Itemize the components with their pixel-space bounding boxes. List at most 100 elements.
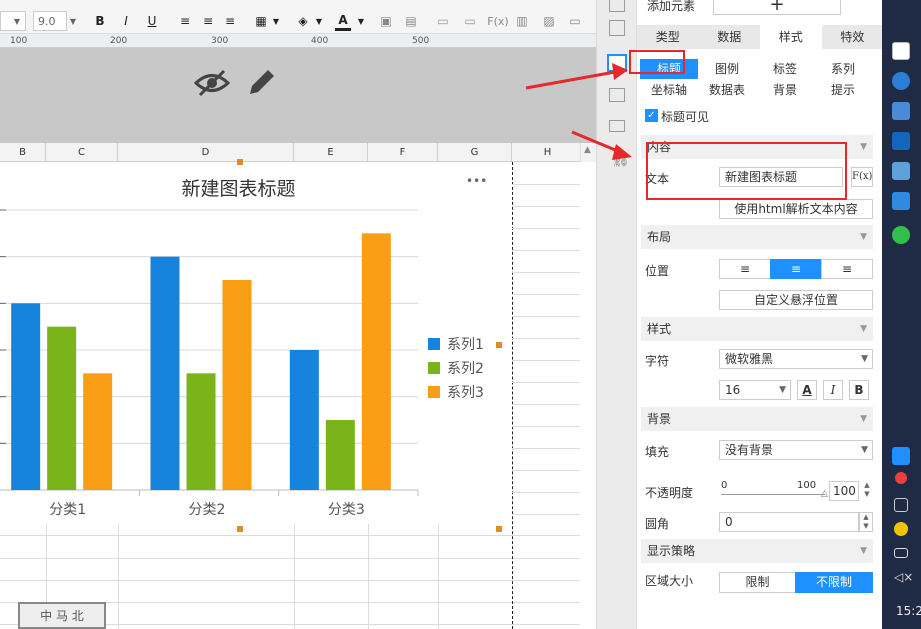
section-layout[interactable]: 布局 ▼ — [641, 225, 873, 249]
wechat-icon[interactable] — [892, 226, 910, 244]
fill-select[interactable]: 没有背景 ▼ — [719, 440, 873, 460]
title-visible-checkbox[interactable]: ✓ — [645, 109, 658, 122]
store-icon[interactable] — [892, 192, 910, 210]
font-color-button[interactable]: A — [335, 11, 351, 31]
notes-icon[interactable] — [892, 162, 910, 180]
radius-stepper[interactable]: ▲ ▼ — [859, 512, 873, 532]
bar-系列2-分类3[interactable] — [325, 420, 355, 490]
column-header-e[interactable]: E — [294, 143, 368, 162]
chart-icon[interactable]: ▥ — [513, 11, 531, 31]
widget-icon[interactable] — [609, 20, 625, 36]
clock-time[interactable]: 15:2 — [896, 604, 921, 618]
edit-pencil-icon[interactable] — [246, 66, 278, 98]
opacity-slider-thumb[interactable]: △ — [821, 489, 828, 499]
italic-button[interactable]: I — [823, 380, 843, 400]
align-left-button[interactable]: ≡ — [719, 259, 771, 279]
tab-data[interactable]: 数据 — [698, 25, 760, 49]
align-center-icon[interactable]: ≡ — [199, 11, 217, 31]
legend-label[interactable]: 系列3 — [447, 385, 484, 401]
radius-input[interactable]: 0 — [719, 512, 859, 532]
area-nolimit-button[interactable]: 不限制 — [795, 572, 873, 593]
image-icon[interactable]: ▨ — [540, 11, 558, 31]
font-size-select[interactable]: 16 ▼ — [719, 380, 791, 400]
bar-系列3-分类3[interactable] — [361, 233, 391, 490]
font-color-button[interactable]: A — [797, 380, 817, 400]
subtab-datasheet[interactable]: 数据表 — [698, 80, 756, 100]
chevron-down-icon[interactable]: ▼ — [67, 11, 79, 31]
bar-系列2-分类2[interactable] — [186, 373, 216, 490]
align-right-button[interactable]: ≡ — [821, 259, 873, 279]
hide-eye-icon[interactable] — [194, 68, 230, 98]
align-right-icon[interactable]: ≡ — [221, 11, 239, 31]
subtab-axis[interactable]: 坐标轴 — [640, 80, 698, 100]
tray-window-icon[interactable] — [894, 498, 908, 512]
cell-element-icon[interactable] — [609, 0, 625, 12]
chevron-down-icon[interactable]: ▼ — [313, 11, 325, 31]
tab-type[interactable]: 类型 — [637, 25, 699, 49]
tray-icon[interactable] — [895, 472, 907, 484]
font-family-select[interactable]: 微软雅黑 ▼ — [719, 349, 873, 369]
subtab-label[interactable]: 标签 — [756, 59, 814, 79]
number-icon[interactable]: ▭ — [461, 11, 479, 31]
italic-button[interactable]: I — [118, 11, 134, 31]
border-icon[interactable]: ▦ — [252, 11, 270, 31]
resize-handle[interactable] — [496, 342, 502, 348]
column-header-d[interactable]: D — [118, 143, 294, 162]
chart-widget[interactable]: 新建图表标题 ••• 分类1 分类2 分类3 系列1 系列2 系列3 — [0, 162, 497, 524]
network-icon[interactable] — [892, 102, 910, 120]
qq-icon[interactable] — [892, 447, 910, 465]
section-style[interactable]: 样式 ▼ — [641, 317, 873, 341]
tab-style[interactable]: 样式 — [760, 25, 822, 49]
bar-系列3-分类1[interactable] — [83, 373, 113, 490]
merge-cells-icon[interactable]: ▣ — [377, 11, 395, 31]
table-icon[interactable]: ▤ — [402, 11, 420, 31]
bar-系列3-分类2[interactable] — [222, 280, 252, 490]
align-center-button[interactable]: ≡ — [770, 259, 822, 279]
formula-icon[interactable]: F(x) — [485, 11, 511, 31]
bold-button[interactable]: B — [849, 380, 869, 400]
opacity-input[interactable]: 100 — [829, 481, 859, 501]
volume-icon[interactable]: ◁× — [894, 570, 913, 584]
column-header-g[interactable]: G — [438, 143, 512, 162]
formula-button[interactable]: F(x) — [851, 167, 873, 187]
subtab-background[interactable]: 背景 — [756, 80, 814, 100]
chevron-down-icon[interactable]: ▼ — [270, 11, 282, 31]
column-header-f[interactable]: F — [368, 143, 438, 162]
subtab-legend[interactable]: 图例 — [698, 59, 756, 79]
area-limit-button[interactable]: 限制 — [719, 572, 796, 593]
bar-系列2-分类1[interactable] — [47, 326, 77, 490]
underline-button[interactable]: U — [144, 11, 160, 31]
custom-float-button[interactable]: 自定义悬浮位置 — [719, 290, 873, 310]
add-element-dropdown[interactable]: + — [713, 0, 841, 15]
html-parse-button[interactable]: 使用html解析文本内容 — [719, 199, 873, 219]
battery-icon[interactable] — [894, 548, 908, 558]
bar-系列1-分类1[interactable] — [11, 303, 41, 490]
legend-label[interactable]: 系列2 — [447, 361, 484, 377]
bold-button[interactable]: B — [92, 11, 108, 31]
subtab-tooltip[interactable]: 提示 — [814, 80, 872, 100]
bar-系列1-分类3[interactable] — [289, 350, 319, 490]
tray-emoji-icon[interactable] — [894, 522, 908, 536]
tab-effect[interactable]: 特效 — [821, 25, 883, 49]
resize-handle[interactable] — [496, 526, 502, 532]
resize-handle[interactable] — [237, 159, 243, 165]
resize-handle[interactable] — [237, 526, 243, 532]
column-header-c[interactable]: C — [46, 143, 118, 162]
bar-系列1-分类2[interactable] — [150, 256, 180, 490]
align-left-icon[interactable]: ≡ — [176, 11, 194, 31]
font-size-select[interactable]: 9.0 — [33, 11, 67, 31]
textbox-icon[interactable]: ▭ — [434, 11, 452, 31]
column-header-b[interactable]: B — [0, 143, 46, 162]
fill-color-icon[interactable]: ◈ — [294, 11, 312, 31]
slide-icon[interactable]: ▭ — [566, 11, 584, 31]
section-display[interactable]: 显示策略 ▼ — [641, 539, 873, 563]
edge-icon[interactable] — [892, 72, 910, 90]
chevron-down-icon[interactable]: ▼ — [355, 11, 367, 31]
font-dropdown[interactable]: ▼ — [0, 11, 26, 31]
app-icon[interactable] — [892, 42, 910, 60]
section-background[interactable]: 背景 ▼ — [641, 407, 873, 431]
opacity-slider-track[interactable] — [721, 494, 825, 495]
subtab-series[interactable]: 系列 — [814, 59, 872, 79]
opacity-stepper[interactable]: ▲ ▼ — [861, 481, 873, 501]
outlook-icon[interactable] — [892, 132, 910, 150]
